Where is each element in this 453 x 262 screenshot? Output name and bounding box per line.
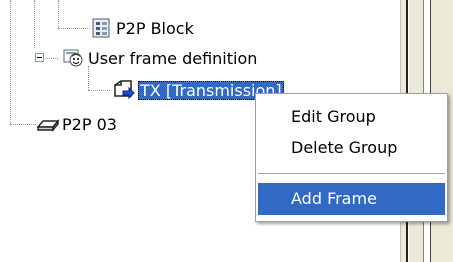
user-frame-icon [62,47,84,69]
menu-item-edit-group[interactable]: Edit Group [258,101,445,133]
tree-line [88,90,110,91]
tree-line [88,66,89,90]
tree-line [10,0,11,124]
block-icon [90,17,112,39]
menu-item-delete-group[interactable]: Delete Group [258,132,445,164]
transmission-icon [112,79,135,101]
tree-line [58,0,59,28]
context-menu: Edit Group Delete Group Add Frame [255,93,448,222]
tree-line [10,124,36,125]
tree-line [58,28,90,29]
tree-item-p2p-block[interactable]: P2P Block [90,17,194,39]
port-icon [36,113,60,135]
tree-line [34,0,35,48]
collapse-toggle[interactable] [35,53,44,62]
menu-separator [258,173,445,174]
tree-item-label: P2P 03 [62,114,117,134]
tree-item-label: P2P Block [116,18,194,38]
tree-item-user-frame-definition[interactable]: User frame definition [62,47,257,69]
menu-item-add-frame[interactable]: Add Frame [258,183,445,215]
tree-item-label: User frame definition [88,48,258,68]
tree-item-p2p-03[interactable]: P2P 03 [36,113,117,135]
